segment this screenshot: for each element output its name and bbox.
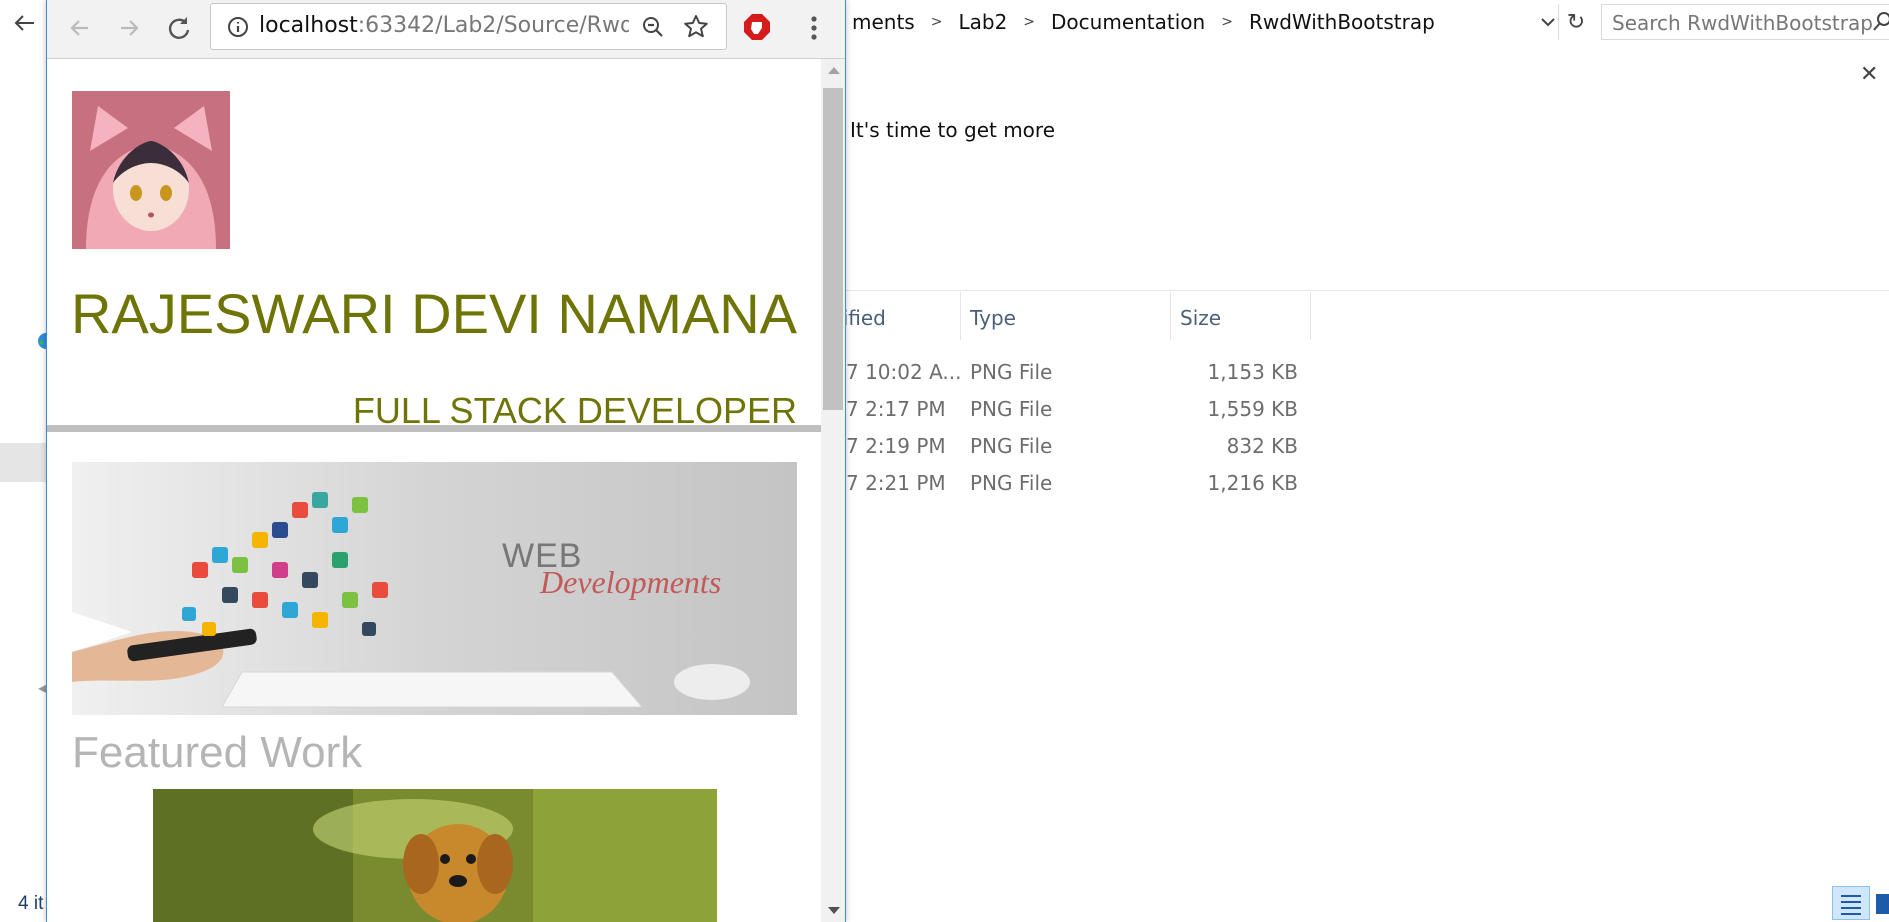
web-developments-banner-image: WEB Developments (72, 462, 797, 715)
url-host: localhost (259, 13, 358, 38)
file-row-type[interactable]: PNG File (970, 466, 1052, 500)
page-scrollbar[interactable] (821, 59, 845, 922)
file-row-size[interactable]: 1,153 KB (1180, 355, 1298, 389)
zoom-out-icon[interactable] (641, 15, 665, 39)
column-divider[interactable] (1310, 292, 1311, 340)
explorer-address-bar[interactable]: ments > Lab2 > Documentation > RwdWithBo… (846, 4, 1621, 40)
sync-status-icon (36, 330, 46, 352)
info-icon[interactable] (227, 16, 249, 38)
file-row-type[interactable]: PNG File (970, 355, 1052, 389)
item-count-status: 4 it (18, 893, 44, 914)
column-header-type[interactable]: Type (970, 296, 1016, 340)
breadcrumb-documents[interactable]: ments (846, 10, 921, 34)
column-header-size[interactable]: Size (1180, 296, 1221, 340)
forward-arrow-icon[interactable] (113, 12, 145, 44)
file-row-type[interactable]: PNG File (970, 429, 1052, 463)
nav-pane-selected-item[interactable] (0, 443, 46, 482)
file-row-size[interactable]: 1,216 KB (1180, 466, 1298, 500)
hero-name-heading: RAJESWARI DEVI NAMANA (70, 282, 797, 345)
notification-close-icon[interactable]: ✕ (1860, 62, 1878, 87)
breadcrumb-rwdwithbootstrap[interactable]: RwdWithBootstrap (1243, 10, 1441, 34)
column-header-date-modified[interactable]: dified (830, 296, 962, 340)
browser-toolbar: localhost:63342/Lab2/Source/RwdWithBoots… (47, 0, 845, 59)
large-icons-view-icon[interactable] (1876, 894, 1889, 914)
column-divider[interactable] (1170, 292, 1171, 340)
scroll-down-icon[interactable] (828, 907, 840, 914)
back-arrow-icon[interactable] (64, 12, 96, 44)
file-row-modified[interactable]: 7 2:21 PM (846, 466, 946, 500)
search-icon (1871, 11, 1889, 33)
featured-work-heading: Featured Work (72, 728, 363, 777)
explorer-search-input[interactable]: Search RwdWithBootstrap (1601, 4, 1889, 40)
refresh-icon[interactable]: ↻ (1558, 4, 1593, 40)
section-divider (47, 425, 821, 432)
notification-text: It's time to get more (850, 118, 1055, 142)
breadcrumb-documentation[interactable]: Documentation (1045, 10, 1211, 34)
chrome-window: localhost:63342/Lab2/Source/RwdWithBoots… (46, 0, 846, 922)
menu-dots-icon[interactable] (809, 14, 819, 42)
breadcrumb-separator-icon[interactable]: > (1211, 14, 1243, 30)
scrollbar-thumb[interactable] (823, 88, 843, 410)
web-page-content: RAJESWARI DEVI NAMANA FULL STACK DEVELOP… (47, 59, 821, 922)
breadcrumb-lab2[interactable]: Lab2 (952, 10, 1013, 34)
ribbon-divider (846, 290, 1889, 291)
banner-script-text: Developments (540, 564, 722, 600)
column-divider[interactable] (960, 292, 961, 340)
breadcrumb-separator-icon[interactable]: > (1013, 14, 1045, 30)
file-row-size[interactable]: 832 KB (1180, 429, 1298, 463)
details-view-icon[interactable] (1832, 886, 1870, 920)
url-text[interactable]: localhost:63342/Lab2/Source/RwdWithBoots… (259, 13, 629, 41)
view-toggle-group (1832, 886, 1889, 922)
url-path: :63342/Lab2/Source/RwdWithBootstrap/inde… (357, 13, 629, 38)
star-icon[interactable] (683, 14, 709, 40)
file-row-modified[interactable]: 7 10:02 A... (846, 355, 961, 389)
search-placeholder: Search RwdWithBootstrap (1612, 11, 1873, 35)
file-row-modified[interactable]: 7 2:19 PM (846, 429, 946, 463)
reload-icon[interactable] (163, 12, 195, 44)
url-bar[interactable]: localhost:63342/Lab2/Source/RwdWithBoots… (210, 3, 727, 50)
address-history-chevron-down-icon[interactable] (1536, 8, 1560, 36)
breadcrumb-separator-icon[interactable]: > (921, 14, 953, 30)
featured-work-dog-image (153, 789, 717, 922)
explorer-back-icon[interactable] (12, 10, 38, 36)
file-row-size[interactable]: 1,559 KB (1180, 392, 1298, 426)
profile-avatar-image (72, 91, 230, 249)
scroll-up-icon[interactable] (828, 67, 840, 74)
file-row-type[interactable]: PNG File (970, 392, 1052, 426)
stop-extension-icon[interactable] (743, 13, 771, 41)
file-row-modified[interactable]: 7 2:17 PM (846, 392, 946, 426)
